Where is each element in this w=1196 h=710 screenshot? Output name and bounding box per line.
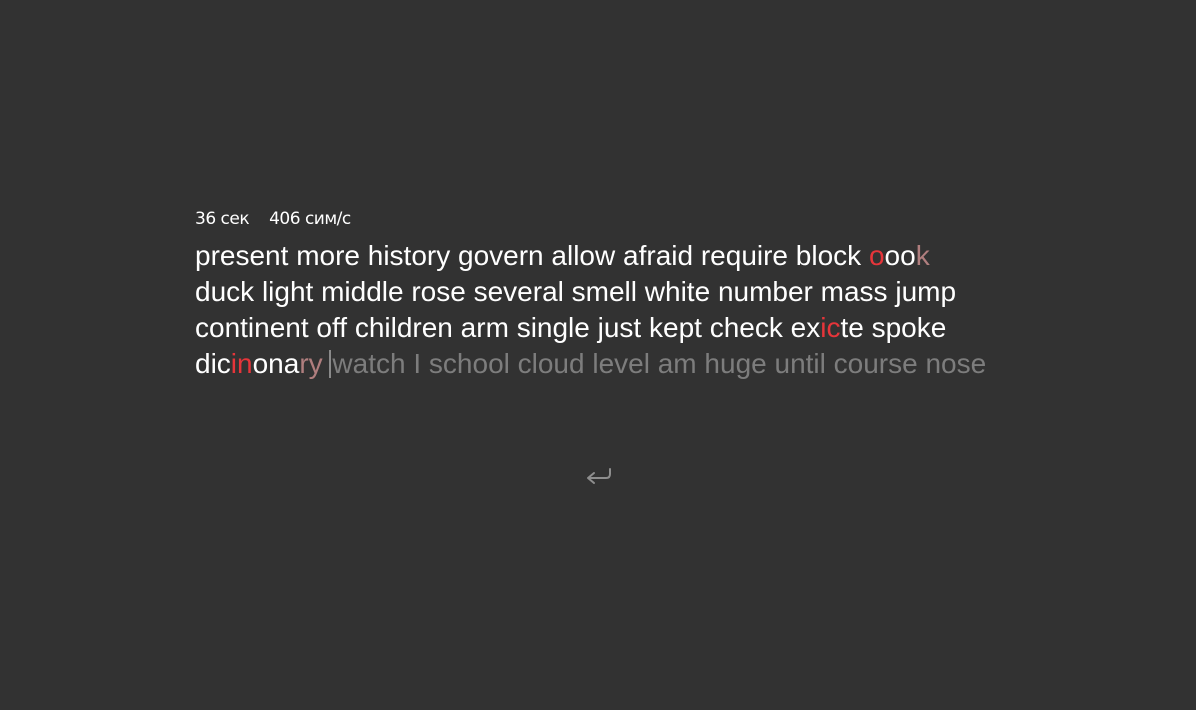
word-segment-correct: off xyxy=(316,312,348,343)
word: until xyxy=(775,348,826,379)
word: I xyxy=(413,348,421,379)
word: cloud xyxy=(518,348,585,379)
word-segment-pending: cloud xyxy=(517,348,585,379)
word: check xyxy=(710,312,783,343)
word-segment-correct: middle xyxy=(321,276,404,307)
word-segment-correct: afraid xyxy=(623,240,694,271)
stats-bar: 36 сек 406 сим/с xyxy=(195,209,351,229)
word-segment-extra: k xyxy=(915,240,930,271)
word-segment-correct: smell xyxy=(571,276,637,307)
word: allow xyxy=(551,240,615,271)
word: mass xyxy=(821,276,888,307)
word-segment-correct: duck xyxy=(195,276,255,307)
word-segment-pending: I xyxy=(413,348,422,379)
word-segment-correct: white xyxy=(644,276,711,307)
word: light xyxy=(262,276,313,307)
word-segment-correct: allow xyxy=(551,240,616,271)
word-segment-correct: dic xyxy=(195,348,231,379)
word: oook xyxy=(869,240,930,271)
word-segment-correct: present xyxy=(195,240,289,271)
word: afraid xyxy=(623,240,693,271)
word: watch xyxy=(332,348,405,379)
word: duck xyxy=(195,276,254,307)
word: several xyxy=(474,276,564,307)
word-segment-pending: level xyxy=(592,348,650,379)
restart-button[interactable] xyxy=(584,462,614,490)
word-segment-pending: course xyxy=(833,348,918,379)
word-segment-correct: ona xyxy=(252,348,300,379)
word-segment-correct: more xyxy=(296,240,360,271)
word: children xyxy=(355,312,453,343)
word-segment-correct: govern xyxy=(458,240,544,271)
word-segment-correct: continent xyxy=(195,312,309,343)
word: require xyxy=(701,240,788,271)
word-segment-correct: te xyxy=(840,312,864,343)
word-segment-pending: until xyxy=(774,348,826,379)
word-segment-correct: children xyxy=(354,312,453,343)
word: continent xyxy=(195,312,309,343)
word-segment-error: in xyxy=(230,348,253,379)
word: rose xyxy=(411,276,465,307)
typing-test-app: 36 сек 406 сим/с present more history go… xyxy=(0,0,1196,710)
word-segment-correct: mass xyxy=(820,276,888,307)
word: number xyxy=(718,276,813,307)
word-segment-correct: just xyxy=(597,312,642,343)
word: arm xyxy=(461,312,509,343)
speed-value: 406 сим/с xyxy=(269,209,351,229)
word: level xyxy=(592,348,650,379)
word: white xyxy=(645,276,710,307)
word-segment-pending: watch xyxy=(332,348,406,379)
word: spoke xyxy=(872,312,947,343)
word-segment-correct: spoke xyxy=(871,312,947,343)
word-segment-correct: require xyxy=(700,240,789,271)
word-segment-correct: ex xyxy=(790,312,821,343)
word-segment-pending: school xyxy=(428,348,510,379)
word: dicinonary xyxy=(195,348,323,379)
word-segment-error: o xyxy=(868,240,885,271)
word: exicte xyxy=(791,312,864,343)
word: kept xyxy=(649,312,702,343)
word-segment-correct: several xyxy=(473,276,564,307)
word: block xyxy=(796,240,861,271)
word: just xyxy=(598,312,642,343)
word: school xyxy=(429,348,510,379)
word-segment-correct: light xyxy=(261,276,314,307)
word-segment-correct: number xyxy=(717,276,813,307)
word-segment-correct: jump xyxy=(895,276,957,307)
word: jump xyxy=(895,276,956,307)
word: middle xyxy=(321,276,403,307)
word: smell xyxy=(572,276,637,307)
word: more xyxy=(296,240,360,271)
timer-value: 36 сек xyxy=(195,209,250,229)
word: history xyxy=(368,240,450,271)
word-segment-correct: rose xyxy=(411,276,466,307)
words-area[interactable]: present more history govern allow afraid… xyxy=(195,238,995,382)
word: huge xyxy=(704,348,766,379)
word-segment-pending: huge xyxy=(704,348,767,379)
word-segment-correct: arm xyxy=(460,312,509,343)
word-segment-correct: single xyxy=(516,312,590,343)
word-segment-error: ic xyxy=(820,312,841,343)
word: am xyxy=(658,348,697,379)
word: single xyxy=(517,312,590,343)
word: course xyxy=(834,348,918,379)
word-segment-correct: oo xyxy=(884,240,916,271)
word-segment-correct: history xyxy=(367,240,451,271)
restart-icon xyxy=(587,468,611,484)
word: present xyxy=(195,240,288,271)
word-segment-correct: kept xyxy=(649,312,702,343)
word-segment-extra: ry xyxy=(299,348,323,379)
word-segment-correct: block xyxy=(795,240,862,271)
word-segment-pending: nose xyxy=(925,348,987,379)
word: govern xyxy=(458,240,544,271)
word: nose xyxy=(925,348,986,379)
word-segment-correct: check xyxy=(709,312,783,343)
word-segment-pending: am xyxy=(657,348,697,379)
word: off xyxy=(316,312,347,343)
